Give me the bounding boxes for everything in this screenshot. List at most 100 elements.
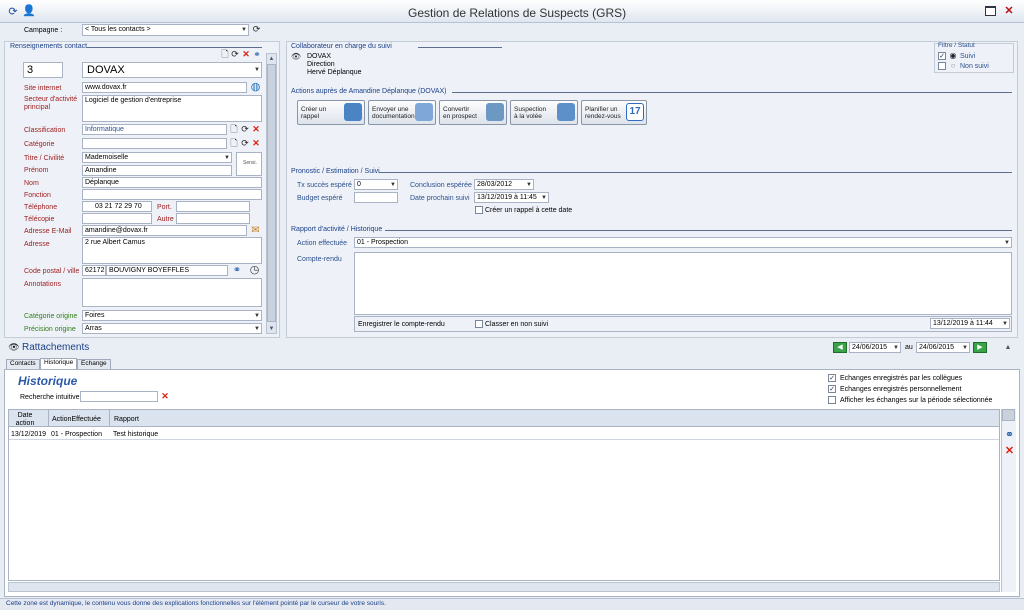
categorie-input[interactable] [82,138,227,149]
convert-prospect-button[interactable]: Convertir en prospect [439,100,507,125]
new-doc-icon[interactable]: 🗋 [220,49,230,60]
save-compte-rendu-button[interactable]: Enregistrer le compte-rendu [358,321,445,328]
non-suivi-checkbox[interactable] [938,62,946,70]
action-label: Action effectuée [297,240,348,247]
table-hscroll[interactable] [8,582,1000,592]
suivi-radio[interactable]: ◉ [949,52,957,60]
delete-icon[interactable]: ✕ [251,124,261,135]
document-icon [415,103,433,121]
compte-rendu-textarea[interactable] [354,252,1012,315]
send-doc-button[interactable]: Envoyer une documentation [368,100,436,125]
conclusion-select[interactable]: 28/03/2012 ▼ [474,179,534,190]
new-doc-icon[interactable]: 🗋 [229,124,239,135]
check-periode[interactable] [828,396,836,404]
date-to-select[interactable]: 24/06/2015 ▼ [916,342,970,353]
check-collegues[interactable]: ✓ [828,374,836,382]
autre-input[interactable] [176,213,250,224]
adresse-label: Adresse [24,241,50,248]
col-action[interactable]: ActionEffectuée [52,416,101,423]
rapport-section-title: Rapport d'activité / Historique [291,226,383,233]
row-date: 13/12/2019 [11,431,47,438]
nom-input[interactable]: Déplanque [82,177,262,188]
delete-icon[interactable]: ✕ [251,138,261,149]
next-period-button[interactable]: ▶ [973,342,987,353]
fonction-input[interactable] [82,189,262,200]
prev-period-button[interactable]: ◀ [833,342,847,353]
refresh-icon[interactable]: ⟳ [240,124,250,135]
cat-origine-select[interactable]: Foires ▼ [82,310,262,321]
check-personnel[interactable]: ✓ [828,385,836,393]
close-icon[interactable]: ✕ [1003,5,1015,17]
date-suivi-label: Date prochain suivi [410,195,470,202]
rappel-checkbox[interactable] [475,206,483,214]
refresh-app-icon[interactable]: ⟳ [6,5,20,19]
globe-icon[interactable]: ◍ [249,81,262,94]
clock-icon [557,103,575,121]
collapse-icon[interactable]: ▲ [1003,342,1013,352]
col-rapport[interactable]: Rapport [114,416,139,423]
telephone-label: Téléphone [24,204,58,211]
email-input[interactable]: amandine@dovax.fr [82,225,247,236]
delete-icon[interactable]: ✕ [1003,445,1016,458]
scroll-down-icon[interactable]: ▼ [267,324,276,333]
refresh-icon[interactable]: ⟳ [230,49,240,60]
scroll-thumb[interactable] [267,64,276,322]
table-vscroll-thumb[interactable] [1002,409,1015,421]
titre-select[interactable]: Mademoiselle ▼ [82,152,232,163]
budget-input[interactable] [354,192,398,203]
non-suivi-label: Non suivi [960,63,989,70]
binoculars-icon[interactable]: ⚭ [1003,429,1016,441]
classification-input[interactable]: Informatique [82,124,227,135]
tab-contacts[interactable]: Contacts [6,359,40,369]
table-header [9,410,999,427]
ville-input[interactable]: BOUVIGNY BOYEFFLES [106,265,228,276]
prenom-input[interactable]: Amandine [82,165,232,176]
contact-number-field[interactable]: 3 [23,62,63,78]
recherche-label: Recherche intuitive [20,394,80,401]
company-select[interactable]: DOVAX ▼ [82,62,262,78]
tab-historique[interactable]: Historique [40,358,78,369]
port-input[interactable] [176,201,250,212]
pronostic-section-title: Pronostic / Estimation / Suivi [291,168,380,175]
rappel-label: Créer un rappel à cette date [485,207,573,214]
date-suivi-select[interactable]: 13/12/2019 à 11:45 ▼ [474,192,549,203]
cp-input[interactable]: 62172 [82,265,106,276]
action-select[interactable]: 01 - Prospection ▼ [354,237,1012,248]
site-input[interactable]: www.dovax.fr [82,82,247,93]
maximize-button[interactable] [985,6,996,16]
telecopie-input[interactable] [82,213,152,224]
collab-dept: Direction [307,61,335,68]
binoculars-icon[interactable]: ⚭ [231,264,243,277]
schedule-meeting-button[interactable]: Planifier un rendez-vous 17 [581,100,647,125]
check-collegues-label: Echanges enregistrés par les collègues [840,375,963,382]
delete-icon[interactable]: ✕ [160,391,170,402]
refresh-icon[interactable]: ⟳ [251,24,262,35]
col-date[interactable]: Date action [12,412,38,429]
delete-icon[interactable]: ✕ [241,49,251,60]
refresh-icon[interactable]: ⟳ [240,138,250,149]
annotations-input[interactable] [82,278,262,307]
create-reminder-button[interactable]: Créer un rappel [297,100,365,125]
tx-select[interactable]: 0 ▼ [354,179,398,190]
precision-select[interactable]: Arras ▼ [82,323,262,334]
rapport-date-select[interactable]: 13/12/2019 à 11:44 ▼ [930,318,1010,329]
binoculars-icon[interactable]: ⚭ [252,49,262,60]
scroll-up-icon[interactable]: ▲ [267,54,276,63]
adresse-input[interactable]: 2 rue Albert Camus [82,237,262,264]
new-doc-icon[interactable]: 🗋 [229,138,239,149]
telephone-input[interactable]: 03 21 72 29 70 [82,201,152,212]
recherche-input[interactable] [80,391,158,402]
suspection-button[interactable]: Suspection à la volée [510,100,578,125]
clock-icon[interactable]: ◷ [248,264,261,277]
classer-checkbox[interactable] [475,320,483,328]
date-from-select[interactable]: 24/06/2015 ▼ [849,342,901,353]
suivi-checkbox[interactable]: ✓ [938,52,946,60]
autre-label: Autre [157,216,174,223]
secteur-input[interactable]: Logiciel de gestion d'entreprise [82,95,262,122]
non-suivi-radio[interactable]: ○ [949,62,957,70]
tab-echange[interactable]: Echange [77,359,111,369]
status-text: Cette zone est dynamique, le contenu vou… [6,600,386,607]
campagne-select[interactable]: < Tous les contacts > ▼ [82,24,249,36]
user-icon[interactable]: 👤 [22,4,36,18]
send-mail-icon[interactable]: ✉ [249,224,262,237]
